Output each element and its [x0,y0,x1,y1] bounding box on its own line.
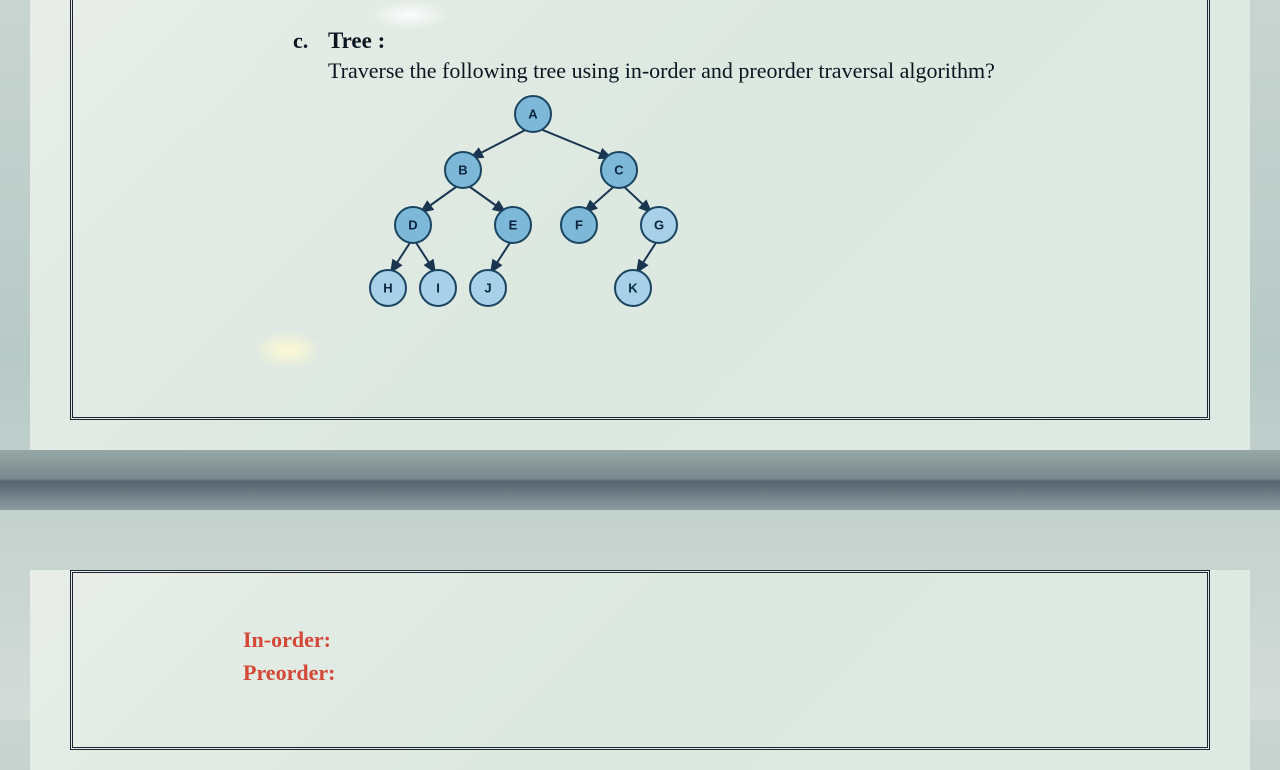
tree-svg: A B C D E F G H I J [353,90,713,320]
tree-node-b: B [458,163,467,178]
tree-node-k: K [628,281,638,296]
answer-frame: In-order: Preorder: [70,570,1210,750]
question-prompt: Traverse the following tree using in-ord… [328,58,995,84]
screen-glare [253,330,323,370]
question-frame: c. Tree : Traverse the following tree us… [70,0,1210,420]
tree-node-i: I [436,281,440,296]
inorder-label: In-order: [243,623,1177,656]
page-gap [0,450,1280,510]
tree-node-h: H [383,281,392,296]
tree-node-g: G [654,218,664,233]
question-page: c. Tree : Traverse the following tree us… [30,0,1250,450]
tree-node-j: J [484,281,491,296]
tree-node-d: D [408,218,417,233]
question-title: Tree : [328,28,385,54]
preorder-label: Preorder: [243,656,1177,689]
tree-diagram: A B C D E F G H I J [353,90,713,320]
tree-node-a: A [528,107,538,122]
tree-node-c: C [614,163,624,178]
answer-page: In-order: Preorder: [30,570,1250,770]
tree-node-f: F [575,218,583,233]
question-item-label: c. [293,28,308,54]
tree-node-e: E [509,218,518,233]
